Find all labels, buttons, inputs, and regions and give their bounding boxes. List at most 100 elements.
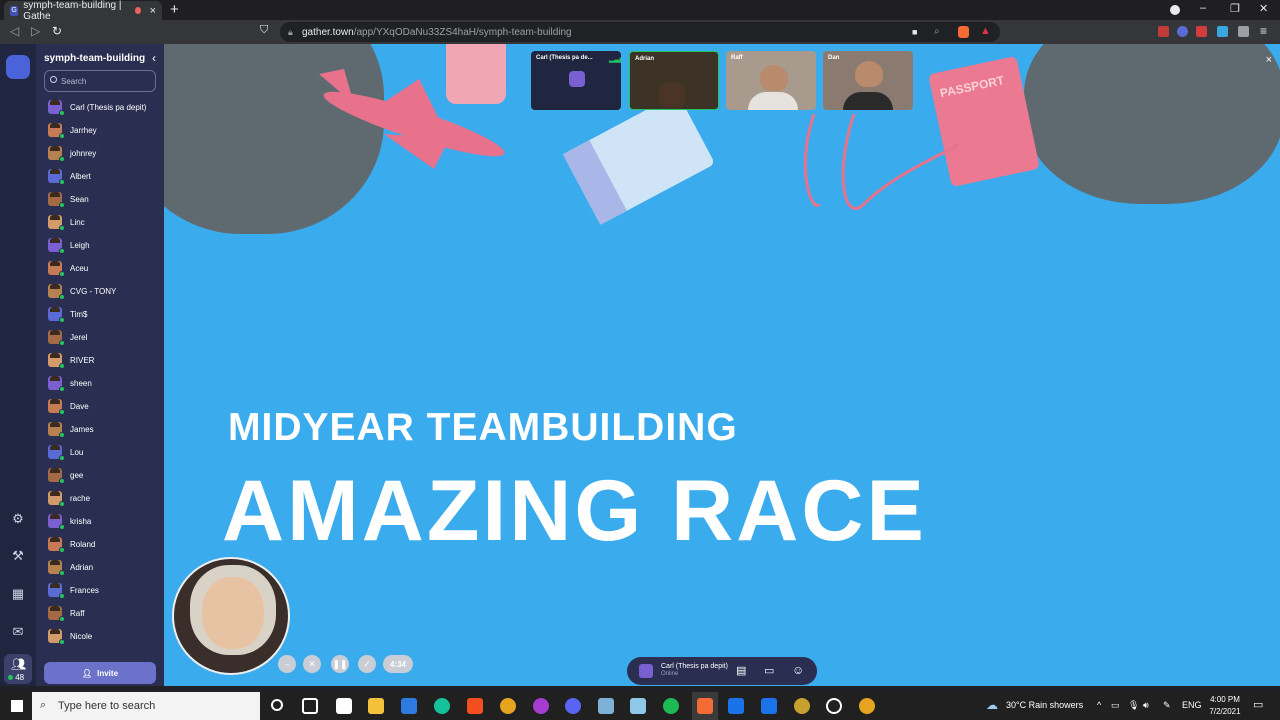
mute-video-icon[interactable]: ✕ (303, 655, 321, 673)
pen-icon[interactable]: ✎ (1163, 700, 1171, 711)
notion-icon[interactable] (336, 698, 352, 714)
date[interactable]: 7/2/2021 (1206, 707, 1244, 716)
chrome-icon[interactable] (500, 698, 516, 714)
list-item[interactable]: Jerel (48, 327, 160, 347)
new-tab-button[interactable]: + (170, 1, 179, 18)
app-icon[interactable] (794, 698, 810, 714)
list-item[interactable]: Nicole (48, 626, 160, 646)
calendar-app-icon[interactable] (761, 698, 777, 714)
calendar-icon[interactable]: ▦ (10, 586, 26, 602)
tray-chevron-icon[interactable]: ^ (1097, 700, 1101, 710)
list-item[interactable]: James (48, 419, 160, 439)
chat-icon[interactable]: ✉ (10, 624, 26, 640)
extension-scissors-icon[interactable] (1196, 26, 1207, 37)
list-item[interactable]: sheen (48, 373, 160, 393)
screen-share-icon[interactable]: ▭ (764, 664, 774, 677)
volume-icon[interactable]: 🔊︎ (1143, 700, 1149, 711)
list-item[interactable]: Raff (48, 603, 160, 623)
browser-tab[interactable]: G symph-team-building | Gathe × (4, 0, 162, 22)
figma-icon[interactable] (467, 698, 483, 714)
list-item[interactable]: Sean (48, 189, 160, 209)
cortana-icon[interactable] (271, 699, 283, 711)
extension-window-icon[interactable] (1217, 26, 1228, 37)
list-item[interactable]: Dave (48, 396, 160, 416)
time[interactable]: 4:00 PM (1208, 695, 1242, 704)
discord-icon[interactable] (565, 698, 581, 714)
list-item[interactable]: Linc (48, 212, 160, 232)
microphone-icon[interactable]: 🎙︎ (1128, 700, 1139, 711)
video-tile[interactable]: Adrian (629, 51, 719, 110)
list-item[interactable]: Tim$ (48, 304, 160, 324)
settings-gear-icon[interactable]: ⚙ (10, 511, 26, 527)
list-item[interactable]: Frances (48, 580, 160, 600)
extensions-puzzle-icon[interactable] (1238, 26, 1249, 37)
list-item[interactable]: Leigh (48, 235, 160, 255)
brave-rewards-icon[interactable]: ▲ (980, 25, 991, 37)
list-item[interactable]: Lou (48, 442, 160, 462)
profile-icon[interactable] (1170, 5, 1180, 15)
app-icon[interactable] (533, 698, 549, 714)
participants-button[interactable]: 👥︎ 48 (4, 654, 32, 684)
video-tile[interactable]: Raff (726, 51, 816, 110)
camera-icon[interactable]: ■ (912, 27, 917, 37)
back-icon[interactable]: ◁ (10, 24, 19, 38)
file-explorer-icon[interactable] (368, 698, 384, 714)
zoom-icon[interactable]: ⌕ (934, 26, 940, 37)
chrome-icon[interactable] (859, 698, 875, 714)
app-icon[interactable] (826, 698, 842, 714)
brave-icon[interactable] (697, 698, 713, 714)
list-item[interactable]: Aceu (48, 258, 160, 278)
task-view-icon[interactable] (302, 698, 318, 714)
build-hammer-icon[interactable]: ⚒ (10, 548, 26, 564)
list-item[interactable]: johnrey (48, 143, 160, 163)
url-bar[interactable]: 🔒︎ gather.town/app/YXqODaNu33ZS4haH/symp… (280, 22, 1000, 42)
notification-icon[interactable]: ▭ (1253, 698, 1263, 711)
list-item[interactable]: Albert (48, 166, 160, 186)
forward-icon[interactable]: ▷ (31, 24, 40, 38)
language-indicator[interactable]: ENG (1182, 700, 1202, 710)
close-stage-button[interactable]: × (1266, 54, 1272, 66)
list-item[interactable]: krisha (48, 511, 160, 531)
list-item[interactable]: Carl (Thesis pa depit) (48, 97, 160, 117)
app-icon[interactable] (598, 698, 614, 714)
avatar[interactable] (639, 664, 653, 678)
vscode-icon[interactable] (401, 698, 417, 714)
extension-gear-icon[interactable] (1177, 26, 1188, 37)
mail-icon[interactable] (728, 698, 744, 714)
gather-logo-icon[interactable] (6, 55, 30, 79)
grammarly-icon[interactable] (434, 698, 450, 714)
brave-shield-icon[interactable] (958, 26, 969, 38)
app-icon[interactable] (630, 698, 646, 714)
windows-start-icon[interactable] (11, 700, 23, 712)
reload-icon[interactable]: ↻ (52, 24, 62, 38)
network-icon[interactable]: ▭ (1111, 700, 1120, 711)
list-item[interactable]: Jarrhey (48, 120, 160, 140)
map-icon[interactable]: ▤ (736, 664, 746, 677)
extension-red-icon[interactable] (1158, 26, 1169, 37)
taskbar-search-input[interactable]: ⌕ Type here to search (32, 692, 260, 720)
check-icon[interactable]: ✓ (358, 655, 376, 673)
list-item[interactable]: CVG - TONY (48, 281, 160, 301)
minimize-video-icon[interactable]: – (278, 655, 296, 673)
list-item[interactable]: Adrian (48, 557, 160, 577)
emoji-icon[interactable]: ☺ (792, 663, 804, 677)
weather-text[interactable]: 30°C Rain showers (1006, 700, 1083, 710)
member-search-input[interactable]: Search (44, 70, 156, 92)
self-video[interactable] (172, 557, 290, 675)
restore-button[interactable]: ❐ (1230, 2, 1240, 15)
video-tile[interactable]: Dan (823, 51, 913, 110)
list-item[interactable]: rache (48, 488, 160, 508)
menu-icon[interactable]: ≡ (1260, 24, 1267, 38)
list-item[interactable]: RIVER (48, 350, 160, 370)
minimize-button[interactable]: – (1200, 2, 1206, 14)
spotify-icon[interactable] (663, 698, 679, 714)
pause-icon[interactable]: ❚❚ (331, 655, 349, 673)
panel-collapse-button[interactable]: ‹ (152, 51, 156, 65)
close-window-button[interactable]: ✕ (1259, 2, 1268, 15)
video-tile[interactable]: Carl (Thesis pa de... ▂▃▅ (531, 51, 621, 110)
invite-button[interactable]: 👤︎ Invite (44, 662, 156, 684)
list-item[interactable]: Roland (48, 534, 160, 554)
list-item[interactable]: gee (48, 465, 160, 485)
bookmark-icon[interactable]: ⛉ (260, 24, 268, 37)
tab-close-button[interactable]: × (150, 5, 156, 17)
